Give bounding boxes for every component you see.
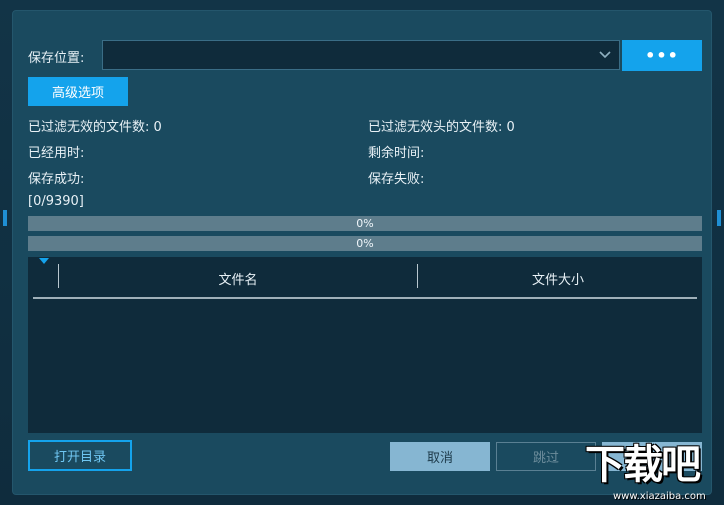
table-header: 文件名 文件大小 [28,257,702,297]
progress-counter: [0/9390] [28,194,84,209]
progress-label-current: 0% [356,217,374,230]
filtered-invalid-value: 0 [153,120,162,135]
save-location-label: 保存位置: [28,51,85,66]
filtered-invalid-label: 已过滤无效的文件数: [28,120,150,135]
chevron-down-icon[interactable] [597,47,613,63]
remaining-label: 剩余时间: [368,146,425,161]
watermark-url: www.xiazaiba.com [613,491,706,502]
watermark-logo-text: 下载吧 [585,442,701,488]
skip-button[interactable]: 跳过 [496,442,596,471]
watermark-logo: 下载吧 www.xiazaiba.com [585,440,724,505]
cancel-button[interactable]: 取消 [390,442,490,471]
column-header-filename[interactable]: 文件名 [59,269,417,288]
browse-button[interactable]: ••• [622,40,702,71]
window-edge-handle-left [3,210,7,226]
table-body [28,301,702,433]
header-separator [33,297,697,299]
filtered-no-header-label: 已过滤无效头的文件数: [368,120,503,135]
progress-label-total: 0% [356,237,374,250]
elapsed-label: 已经用时: [28,146,85,161]
success-label: 保存成功: [28,172,85,187]
file-table: 文件名 文件大小 [28,257,702,433]
advanced-options-button[interactable]: 高级选项 [28,77,128,106]
progress-bar-total: 0% [28,236,702,251]
failed-label: 保存失败: [368,172,425,187]
filtered-invalid-stat: 已过滤无效的文件数: 0 [28,116,162,135]
filtered-no-header-value: 0 [506,120,515,135]
elapsed-stat: 已经用时: [28,142,84,161]
open-directory-button[interactable]: 打开目录 [28,440,132,471]
progress-bar-current: 0% [28,216,702,231]
failed-stat: 保存失败: [368,168,424,187]
app-root: 保存位置: ••• 高级选项 已过滤无效的文件数: 0 已过滤无效头的文件数: … [0,0,724,505]
column-header-filesize[interactable]: 文件大小 [418,269,698,288]
remaining-stat: 剩余时间: [368,142,424,161]
save-location-select[interactable] [102,40,620,70]
window-edge-handle-right [717,210,721,226]
filtered-no-header-stat: 已过滤无效头的文件数: 0 [368,116,515,135]
success-stat: 保存成功: [28,168,84,187]
save-dialog: 保存位置: ••• 高级选项 已过滤无效的文件数: 0 已过滤无效头的文件数: … [12,10,712,495]
